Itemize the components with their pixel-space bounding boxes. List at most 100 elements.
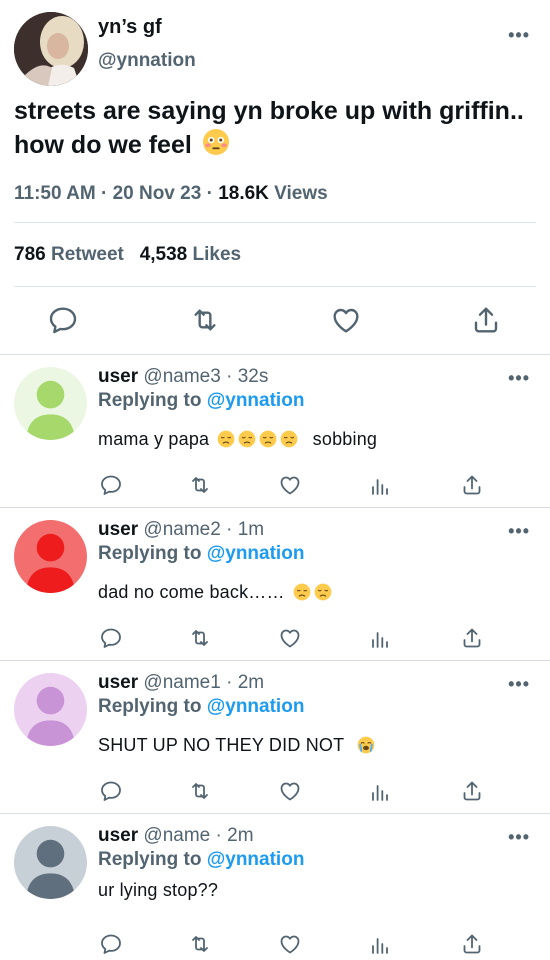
tweet-stats: 786 Retweet 4,538 Likes [14,244,241,266]
disappointed-face-emoji [314,583,332,601]
avatar[interactable] [14,673,87,746]
tweet-actions [0,304,550,338]
reply-time: 1m [237,519,265,540]
share-icon[interactable] [460,626,484,650]
reply-text-content: mama y papa [98,429,210,449]
views-icon[interactable] [368,626,392,650]
reply-item[interactable]: user @name3 · 32s ••• Replying to @ynnat… [0,355,550,508]
tweet-text-content: streets are saying yn broke up with grif… [14,97,524,159]
reply-icon[interactable] [99,779,123,803]
reply-actions [0,779,550,805]
retweet-icon[interactable] [189,304,221,336]
loudly-crying-face-emoji [357,736,375,754]
replying-prefix: Replying to [98,543,202,564]
reply-author-name[interactable]: user [98,672,138,693]
divider [14,222,536,223]
replying-to: Replying to @ynnation [98,696,304,718]
replying-to: Replying to @ynnation [98,849,304,871]
replying-to: Replying to @ynnation [98,390,304,412]
reply-header: user @name3 · 32s [98,366,269,387]
views-icon[interactable] [368,779,392,803]
reply-text: ur lying stop?? [98,880,218,901]
tweet-text: streets are saying yn broke up with grif… [14,94,534,162]
like-icon[interactable] [278,473,302,497]
reply-item[interactable]: user @name1 · 2m ••• Replying to @ynnati… [0,661,550,814]
replying-to-link[interactable]: @ynnation [207,849,305,870]
more-icon[interactable]: ••• [508,828,530,846]
replying-to-link[interactable]: @ynnation [207,390,305,411]
replying-to-link[interactable]: @ynnation [207,696,305,717]
replying-prefix: Replying to [98,390,202,411]
reply-icon[interactable] [99,932,123,956]
share-icon[interactable] [470,304,502,336]
like-icon[interactable] [330,304,362,336]
reply-text: SHUT UP NO THEY DID NOT [98,735,375,756]
more-icon[interactable]: ••• [508,26,530,44]
share-icon[interactable] [460,473,484,497]
flushed-face-emoji [202,128,229,156]
likes-label[interactable]: Likes [193,244,242,265]
author-avatar[interactable] [14,12,88,86]
retweet-icon[interactable] [188,473,212,497]
retweet-icon[interactable] [188,932,212,956]
retweets-count[interactable]: 786 [14,244,46,265]
avatar[interactable] [14,826,87,899]
reply-actions [0,932,550,958]
like-icon[interactable] [278,626,302,650]
retweet-icon[interactable] [188,626,212,650]
more-icon[interactable]: ••• [508,675,530,693]
reply-icon[interactable] [99,473,123,497]
share-icon[interactable] [460,779,484,803]
reply-text-suffix: sobbing [312,429,378,449]
retweet-icon[interactable] [188,779,212,803]
tweet-time: 11:50 AM [14,183,96,204]
reply-handle[interactable]: @name2 [143,519,220,540]
views-label: Views [274,183,328,204]
more-icon[interactable]: ••• [508,522,530,540]
reply-header: user @name1 · 2m [98,672,265,693]
reply-text: dad no come back…… [98,582,332,603]
reply-header: user @name2 · 1m [98,519,265,540]
reply-handle[interactable]: @name3 [143,366,220,387]
reply-actions [0,626,550,652]
reply-time: 2m [227,825,254,846]
reply-icon[interactable] [99,626,123,650]
replies-list: user @name3 · 32s ••• Replying to @ynnat… [0,355,550,960]
reply-item[interactable]: user @name · 2m ••• Replying to @ynnatio… [0,814,550,960]
reply-text: mama y papa sobbing [98,429,377,450]
disappointed-face-emoji [259,430,277,448]
reply-author-name[interactable]: user [98,519,138,540]
views-icon[interactable] [368,932,392,956]
main-tweet: yn’s gf @ynnation ••• streets are saying… [0,0,550,354]
reply-author-name[interactable]: user [98,366,138,387]
reply-text-content: SHUT UP NO THEY DID NOT [98,735,344,755]
likes-count[interactable]: 4,538 [140,244,188,265]
reply-handle[interactable]: @name [143,825,210,846]
reply-text-content: ur lying stop?? [98,880,219,900]
avatar[interactable] [14,367,87,440]
views-icon[interactable] [368,473,392,497]
reply-item[interactable]: user @name2 · 1m ••• Replying to @ynnati… [0,508,550,661]
divider [14,286,536,287]
author-name[interactable]: yn’s gf [98,16,162,39]
tweet-date: 20 Nov 23 [112,183,202,204]
avatar[interactable] [14,520,87,593]
share-icon[interactable] [460,932,484,956]
author-handle[interactable]: @ynnation [98,50,196,72]
disappointed-face-emoji [217,430,235,448]
like-icon[interactable] [278,779,302,803]
retweets-label[interactable]: Retweet [51,244,124,265]
reply-time: 32s [237,366,269,387]
tweet-meta: 11:50 AM · 20 Nov 23 · 18.6K Views [14,183,328,204]
reply-icon[interactable] [47,304,79,336]
reply-time: 2m [237,672,265,693]
like-icon[interactable] [278,932,302,956]
views-count: 18.6K [218,183,269,204]
disappointed-face-emoji [293,583,311,601]
more-icon[interactable]: ••• [508,369,530,387]
reply-author-name[interactable]: user [98,825,138,846]
reply-text-content: dad no come back…… [98,582,285,602]
replying-to: Replying to @ynnation [98,543,304,565]
replying-to-link[interactable]: @ynnation [207,543,305,564]
reply-handle[interactable]: @name1 [143,672,220,693]
